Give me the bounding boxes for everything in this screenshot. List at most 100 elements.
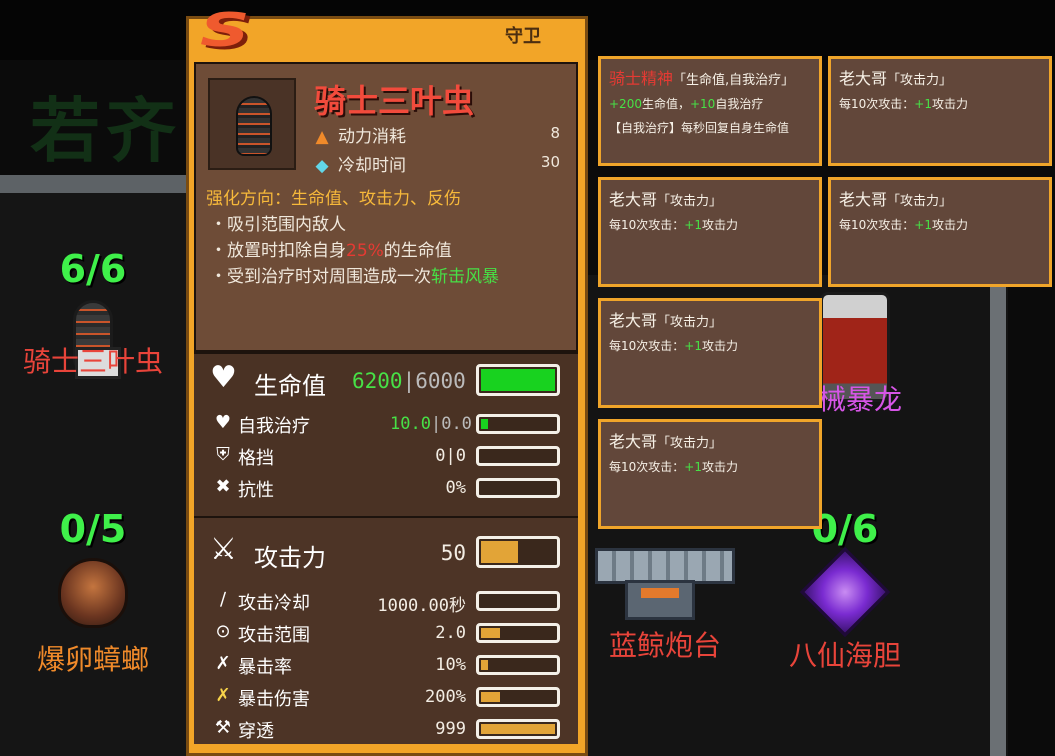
attack-cooldown-bar: [476, 591, 560, 611]
unit-slot-sea-urchin[interactable]: 0/6 八仙海胆: [770, 510, 920, 670]
sword-icon: ⚔: [210, 532, 237, 567]
buff-name: 骑士精神: [609, 69, 674, 88]
pierce-label: 穿透: [238, 721, 274, 742]
buff-value: +1: [684, 339, 702, 353]
buff-card-big-brother[interactable]: 老大哥「攻击力」 每10次攻击：+1攻击力: [828, 56, 1052, 166]
buff-tag: 「攻击力」: [657, 436, 723, 451]
self-heal-value: 10.0|0.0: [390, 414, 472, 434]
buff-value: +1: [684, 218, 702, 232]
crit-rate-icon: ✗: [215, 653, 231, 674]
role-tab: 守卫: [505, 26, 541, 47]
buff-desc: 自我治疗: [715, 97, 764, 111]
flame-icon: ▲: [315, 127, 329, 147]
resist-value: 0%: [445, 478, 466, 498]
pierce-bar: [476, 719, 560, 739]
buff-name: 老大哥: [609, 432, 658, 451]
heal-heart-icon: ♥: [214, 412, 232, 433]
attack-range-value: 2.0: [435, 623, 466, 643]
buff-card-big-brother[interactable]: 老大哥「攻击力」 每10次攻击：+1攻击力: [598, 177, 822, 287]
buff-desc: 攻击力: [931, 97, 968, 111]
unit-name-mech-dragon: 械暴龙: [818, 383, 903, 416]
buff-value: +200: [609, 97, 642, 111]
cooldown-label: 冷却时间: [338, 156, 406, 176]
attack-bar: [476, 536, 560, 568]
unit-name: 蓝鲸炮台: [608, 629, 721, 662]
buff-tag: 「攻击力」: [887, 194, 953, 209]
unit-slot-whale-turret[interactable]: 蓝鲸炮台: [585, 530, 745, 660]
cooldown-slash-icon: ∕: [219, 589, 227, 610]
power-cost-value: 8: [550, 124, 560, 142]
unit-slot-knight-trilobite[interactable]: 6/6 骑士三叶虫: [0, 247, 186, 379]
tier-badge: S: [200, 3, 253, 57]
pierce-value: 999: [435, 719, 466, 739]
crit-damage-icon: ✗: [215, 685, 231, 706]
buff-card-chivalry[interactable]: 骑士精神「生命值,自我治疗」 +200生命值，+10自我治疗 【自我治疗】每秒回…: [598, 56, 822, 166]
crit-damage-label: 暴击伤害: [238, 689, 310, 710]
resist-icon: ✖: [215, 476, 231, 497]
buff-value: +1: [914, 97, 932, 111]
buff-desc: 攻击力: [931, 218, 968, 232]
unit-name: 骑士三叶虫: [22, 345, 163, 378]
buff-desc: 每10次攻击：: [609, 218, 685, 232]
resist-label: 抗性: [238, 480, 274, 501]
ability-line: ・放置时扣除自身25%的生命值: [210, 241, 452, 261]
buff-name: 老大哥: [839, 69, 888, 88]
ability-line: ・受到治疗时对周围造成一次斩击风暴: [210, 267, 499, 287]
crit-damage-value: 200%: [425, 687, 466, 707]
attack-value: 50: [440, 541, 466, 565]
hp-value: 6200|6000: [352, 369, 466, 393]
hp-bar: [476, 364, 560, 396]
buff-tag: 「攻击力」: [657, 315, 723, 330]
block-value: 0|0: [435, 446, 466, 466]
buff-desc: 每10次攻击：: [609, 460, 685, 474]
unit-title: 骑士三叶虫: [314, 82, 475, 120]
buff-desc: 每10次攻击：: [839, 218, 915, 232]
egg-cockroach-icon: [58, 558, 128, 628]
buff-desc: 攻击力: [701, 460, 738, 474]
buff-desc: 攻击力: [701, 218, 738, 232]
block-bar: [476, 446, 560, 466]
attack-range-bar: [476, 623, 560, 643]
cooldown-row: ◆ 冷却时间: [314, 151, 406, 176]
cooldown-value: 30: [540, 153, 560, 171]
buff-card-big-brother[interactable]: 老大哥「攻击力」 每10次攻击：+1攻击力: [828, 177, 1052, 287]
self-heal-label: 自我治疗: [238, 416, 310, 437]
heart-icon: ♥: [210, 360, 237, 395]
buff-name: 老大哥: [609, 190, 658, 209]
trilobite-icon: [236, 96, 272, 156]
buff-tag: 「攻击力」: [887, 73, 953, 88]
wrench-icon: ⚒: [214, 717, 232, 738]
cannon-icon: [595, 530, 735, 620]
unit-count: 0/5: [59, 507, 127, 551]
crit-damage-bar: [476, 687, 560, 707]
buff-value: +1: [684, 460, 702, 474]
target-icon: ⊙: [215, 621, 231, 642]
urchin-crystal-icon: [799, 546, 891, 638]
attack-range-label: 攻击范围: [238, 625, 310, 646]
unit-count: 6/6: [59, 247, 127, 291]
buff-desc: 每10次攻击：: [839, 97, 915, 111]
buff-value: +1: [914, 218, 932, 232]
self-heal-bar: [476, 414, 560, 434]
buff-value: +10: [689, 97, 716, 111]
power-cost-row: ▲ 动力消耗: [314, 122, 406, 147]
buff-desc: 攻击力: [701, 339, 738, 353]
attack-cooldown-value: 1000.00秒: [377, 596, 466, 616]
block-label: 格挡: [238, 448, 274, 469]
buff-card-big-brother[interactable]: 老大哥「攻击力」 每10次攻击：+1攻击力: [598, 298, 822, 408]
crit-rate-label: 暴击率: [238, 657, 292, 678]
crit-rate-value: 10%: [435, 655, 466, 675]
buff-tag: 「生命值,自我治疗」: [673, 73, 795, 88]
buff-name: 老大哥: [609, 311, 658, 330]
unit-portrait: [208, 78, 296, 170]
board-rail: [990, 285, 1006, 756]
upgrade-direction: 强化方向：生命值、攻击力、反伤: [206, 189, 461, 209]
buff-card-big-brother[interactable]: 老大哥「攻击力」 每10次攻击：+1攻击力: [598, 419, 822, 529]
attack-cooldown-label: 攻击冷却: [238, 593, 310, 614]
buff-tag: 「攻击力」: [657, 194, 723, 209]
resist-bar: [476, 478, 560, 498]
unit-slot-egg-cockroach[interactable]: 0/5 爆卵蟑螂: [0, 510, 186, 674]
crit-rate-bar: [476, 655, 560, 675]
unit-name: 八仙海胆: [788, 639, 901, 672]
buff-desc: 生命值，: [641, 97, 690, 111]
